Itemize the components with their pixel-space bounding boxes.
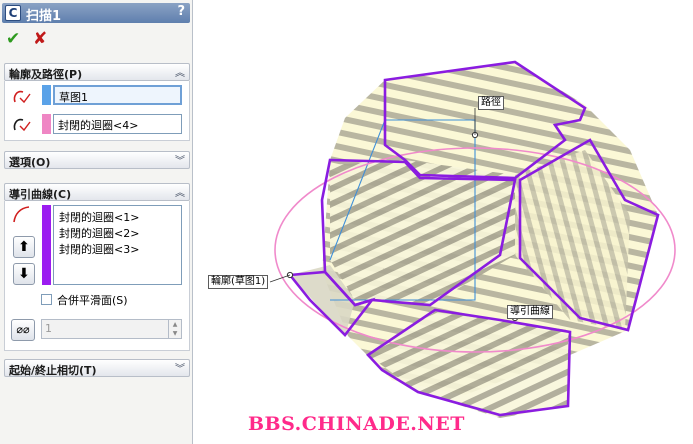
cancel-button[interactable]: ✘	[33, 29, 47, 49]
chevron-up-icon[interactable]: ︽	[175, 184, 185, 199]
move-down-button[interactable]: ⬇	[13, 263, 35, 285]
merge-tangent-faces-checkbox[interactable]	[41, 294, 52, 305]
guide-curves-list[interactable]: 封閉的迴圈<1> 封閉的迴圈<2> 封閉的迴圈<3>	[53, 205, 182, 285]
guide-curves-group-body: 封閉的迴圈<1> 封閉的迴圈<2> 封閉的迴圈<3> ⬆ ⬇ 合併平滑面(S) …	[4, 201, 190, 351]
profile-curve-icon	[13, 90, 31, 104]
profile-color-swatch	[42, 85, 51, 105]
merge-tangent-faces-label: 合併平滑面(S)	[57, 294, 128, 307]
profile-path-header-label: 輪廓及路徑(P)	[9, 68, 83, 81]
graphics-viewport[interactable]: 路徑 輪廓(草图1) 導引曲線	[193, 0, 693, 444]
arrow-up-icon: ⬆	[18, 239, 30, 255]
glasses-icon: ⌀⌀	[16, 323, 30, 336]
profile-selection-field[interactable]: 草图1	[53, 85, 182, 105]
list-item[interactable]: 封閉的迴圈<3>	[59, 241, 139, 257]
site-watermark: BBS.CHINADE.NET	[248, 413, 465, 435]
profile-callout-label[interactable]: 輪廓(草图1)	[208, 275, 269, 289]
path-curve-icon	[13, 118, 31, 132]
profile-callout-leader	[269, 274, 291, 283]
guide-curves-group-header[interactable]: 導引曲線(C) ︽	[4, 183, 190, 201]
help-button[interactable]: ?	[177, 4, 185, 19]
spinner-arrows-icon[interactable]: ▲ ▼	[168, 320, 181, 338]
arrow-down-icon: ⬇	[18, 266, 30, 282]
options-header-label: 選項(O)	[9, 156, 51, 169]
profile-path-group-body: 草图1 封閉的迴圈<4>	[4, 81, 190, 141]
feature-title: 扫描1	[26, 9, 62, 24]
property-manager-panel: C 扫描1 ? ✔ ✘ 輪廓及路徑(P) ︽ 草图1 封閉的迴圈<4> 選項(O…	[0, 0, 193, 444]
list-item[interactable]: 封閉的迴圈<1>	[59, 209, 139, 225]
chevron-down-icon[interactable]: ︾	[175, 152, 185, 167]
start-end-tangency-group-header[interactable]: 起始/終止相切(T) ︾	[4, 359, 190, 377]
sweep-preview-model	[269, 60, 676, 418]
guide-curve-icon	[13, 206, 30, 223]
section-number-value: 1	[45, 322, 52, 335]
path-color-swatch	[42, 114, 51, 134]
show-sections-button[interactable]: ⌀⌀	[11, 319, 35, 341]
profile-path-group-header[interactable]: 輪廓及路徑(P) ︽	[4, 63, 190, 81]
options-group-header[interactable]: 選項(O) ︾	[4, 151, 190, 169]
move-up-button[interactable]: ⬆	[13, 236, 35, 258]
guide-curves-header-label: 導引曲線(C)	[9, 188, 72, 201]
section-number-spinner[interactable]: 1 ▲ ▼	[41, 319, 182, 339]
feature-title-bar: C 扫描1 ?	[2, 3, 190, 24]
path-selection-field[interactable]: 封閉的迴圈<4>	[53, 114, 182, 134]
guide-curves-color-swatch	[42, 205, 51, 285]
chevron-down-icon[interactable]: ︾	[175, 360, 185, 375]
sweep-feature-icon: C	[5, 5, 21, 21]
ok-button[interactable]: ✔	[6, 29, 20, 49]
chevron-up-icon[interactable]: ︽	[175, 64, 185, 79]
list-item[interactable]: 封閉的迴圈<2>	[59, 225, 139, 241]
guide-curve-callout-label[interactable]: 導引曲線	[507, 305, 553, 319]
start-end-header-label: 起始/終止相切(T)	[9, 364, 97, 377]
path-callout-label[interactable]: 路徑	[478, 96, 504, 110]
